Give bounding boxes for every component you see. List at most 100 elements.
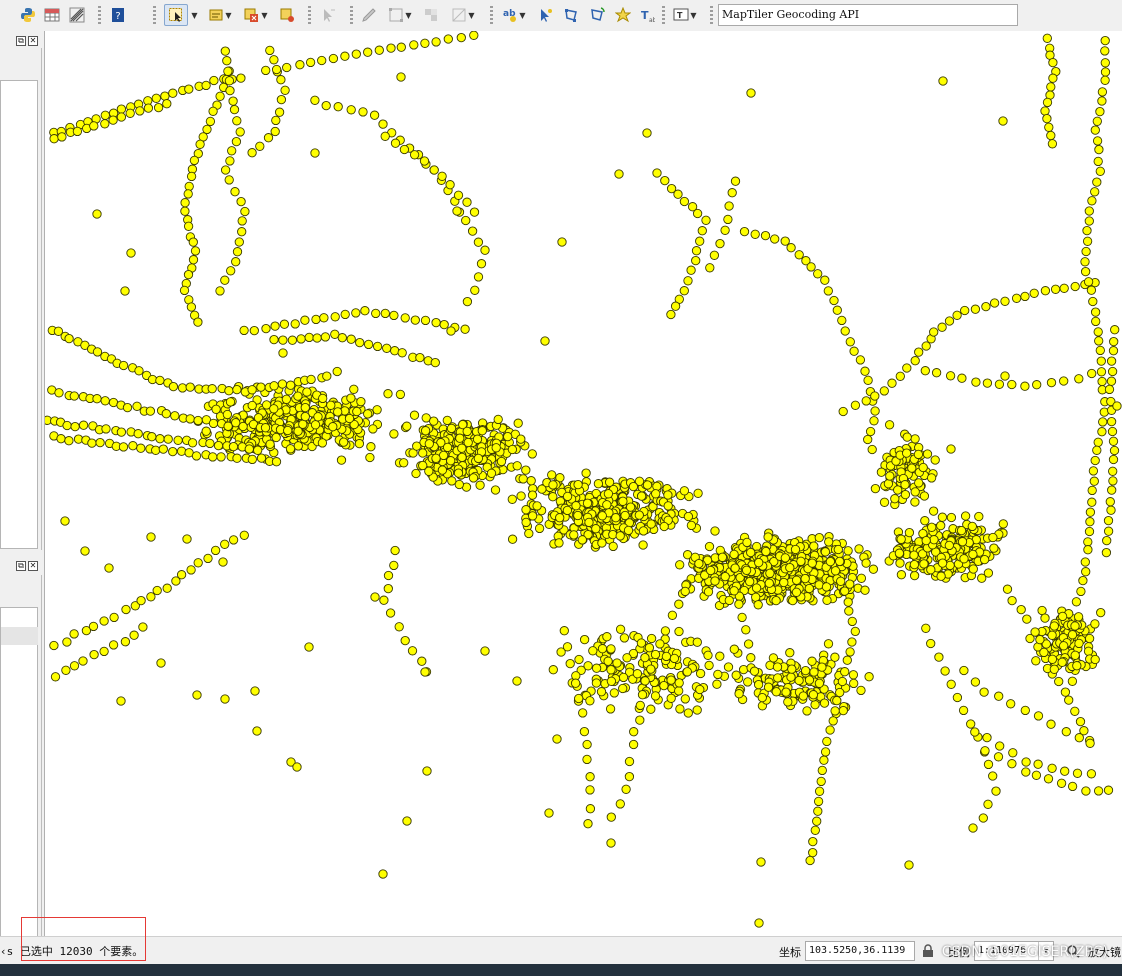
float-panel-icon[interactable]: ⧉ <box>16 36 26 46</box>
map-point <box>270 321 280 331</box>
node-tool-button[interactable] <box>560 4 582 26</box>
magnifier-button[interactable] <box>1062 940 1084 962</box>
map-point <box>1107 366 1118 377</box>
map-point <box>205 116 216 127</box>
map-point <box>1082 225 1092 236</box>
scale-combobox[interactable]: 1:110976 ▼ <box>974 941 1054 961</box>
map-point <box>231 257 241 267</box>
vertex-tool-button[interactable]: ▼ <box>384 4 416 26</box>
map-point <box>805 855 815 866</box>
map-point <box>565 658 575 669</box>
star-button[interactable] <box>612 4 634 26</box>
map-point <box>904 860 914 870</box>
map-point <box>1047 139 1058 149</box>
map-point <box>269 381 279 391</box>
map-point <box>269 404 279 414</box>
magnifier-label: 放大镜 <box>1088 946 1121 959</box>
map-point <box>706 565 716 576</box>
map-point <box>929 535 939 545</box>
python-console-button[interactable] <box>18 4 38 26</box>
map-point <box>270 126 280 137</box>
map-point <box>971 377 981 387</box>
map-point <box>1060 687 1071 697</box>
rotate-button[interactable] <box>586 4 608 26</box>
float-panel-icon[interactable]: ⧉ <box>16 561 26 571</box>
map-point <box>238 421 248 432</box>
map-point <box>72 126 83 137</box>
map-point <box>636 491 647 501</box>
map-point <box>926 638 936 649</box>
map-point <box>1098 417 1108 427</box>
identify-button[interactable] <box>318 4 338 26</box>
text-annotation-button[interactable]: Tab <box>636 4 658 26</box>
map-point <box>615 799 625 809</box>
map-point <box>109 612 119 623</box>
map-point <box>333 407 343 417</box>
attribute-table-button[interactable] <box>41 4 63 26</box>
coordinate-field[interactable]: 103.5250,36.1139 <box>805 941 915 961</box>
map-point <box>1087 368 1097 379</box>
close-panel-icon[interactable]: ✕ <box>28 561 38 571</box>
map-point <box>256 453 267 463</box>
map-point <box>236 196 246 207</box>
map-point <box>604 477 615 487</box>
map-point <box>642 480 653 490</box>
close-panel-icon[interactable]: ✕ <box>28 36 38 46</box>
map-point <box>1057 611 1068 622</box>
map-point <box>1097 96 1107 106</box>
map-point <box>1043 774 1054 784</box>
select-features-dropdown[interactable]: ▼ <box>188 4 200 26</box>
map-point <box>184 181 194 192</box>
select-by-value-button[interactable]: ▼ <box>204 4 236 26</box>
annotation-button[interactable]: T ▼ <box>668 4 702 26</box>
map-point <box>1087 196 1097 206</box>
map-point <box>750 229 760 239</box>
split-button[interactable]: ▼ <box>446 4 480 26</box>
map-point <box>462 426 472 437</box>
map-point <box>940 666 950 676</box>
map-point <box>920 516 930 526</box>
select-location-button[interactable] <box>276 4 298 26</box>
map-point <box>1108 454 1119 465</box>
map-point <box>956 525 967 536</box>
map-canvas[interactable] <box>44 31 1122 936</box>
map-point <box>1090 455 1100 466</box>
map-point <box>675 560 685 570</box>
map-point <box>1097 427 1107 437</box>
merge-button[interactable] <box>420 4 442 26</box>
map-point <box>1081 567 1091 577</box>
map-point <box>429 416 439 426</box>
digitize-button[interactable] <box>358 4 380 26</box>
map-point <box>692 705 702 715</box>
map-point <box>843 597 853 607</box>
lock-scale-button[interactable] <box>917 940 939 962</box>
geocoding-search-input[interactable]: MapTiler Geocoding API <box>718 4 1018 26</box>
map-point <box>812 816 822 826</box>
help-button[interactable]: ? <box>108 4 128 26</box>
deselect-button[interactable]: ▼ <box>240 4 272 26</box>
map-point <box>756 857 766 867</box>
statistics-button[interactable] <box>66 4 88 26</box>
label-tool-button[interactable]: ab ▼ <box>498 4 530 26</box>
map-point <box>184 84 194 94</box>
map-point <box>808 847 818 858</box>
map-point <box>781 687 791 697</box>
map-point <box>253 445 263 455</box>
pin-label-button[interactable] <box>534 4 556 26</box>
map-point <box>220 539 230 549</box>
map-point <box>490 485 501 495</box>
browser-panel[interactable] <box>0 607 38 937</box>
layers-panel[interactable] <box>0 80 38 549</box>
map-point <box>743 639 754 649</box>
map-point <box>824 537 834 547</box>
map-point <box>868 564 879 574</box>
map-point <box>513 418 523 428</box>
map-point <box>902 363 912 373</box>
map-point <box>693 488 703 498</box>
map-point <box>957 373 967 383</box>
map-point <box>814 532 824 543</box>
browser-selected-row[interactable] <box>1 627 38 645</box>
chevron-down-icon[interactable]: ▼ <box>1038 942 1053 960</box>
select-features-button[interactable] <box>164 4 188 26</box>
map-point <box>247 385 257 395</box>
